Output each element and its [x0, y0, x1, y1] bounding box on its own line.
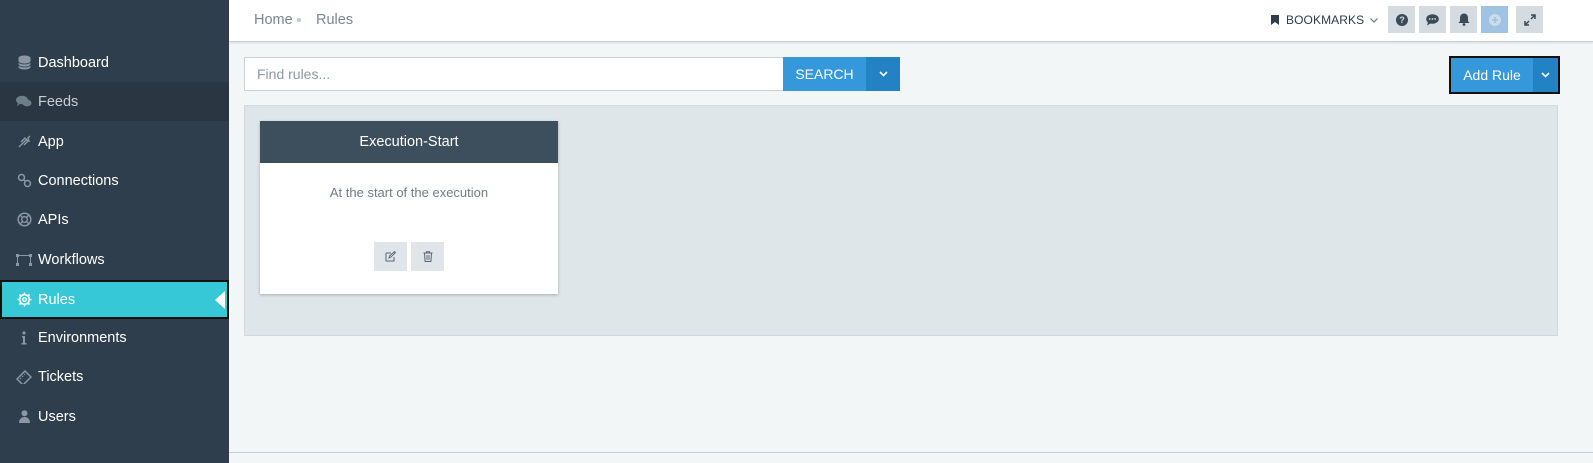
gear-icon — [16, 292, 32, 308]
sidebar-item-tickets[interactable]: Tickets — [0, 357, 229, 396]
chevron-down-icon — [1370, 17, 1379, 23]
database-icon — [16, 55, 32, 71]
sidebar-item-apis[interactable]: APIs — [0, 200, 229, 239]
chat-icon — [1426, 13, 1439, 26]
sidebar-item-label: Workflows — [38, 251, 105, 268]
fullscreen-button[interactable] — [1516, 6, 1543, 33]
chevron-down-icon — [878, 71, 888, 77]
add-rule-label: Add Rule — [1463, 67, 1521, 83]
search-button-label: SEARCH — [795, 66, 854, 82]
sidebar-item-workflows[interactable]: Workflows — [0, 240, 229, 279]
bell-icon — [1458, 13, 1470, 26]
rule-card-title: Execution-Start — [260, 121, 558, 163]
sidebar-item-label: Tickets — [38, 368, 84, 385]
sidebar-item-label: APIs — [38, 211, 69, 228]
rule-card-description: At the start of the execution — [329, 185, 489, 200]
chevron-down-icon — [1541, 72, 1550, 78]
workflow-icon — [16, 252, 32, 268]
add-button[interactable] — [1481, 6, 1508, 33]
link-icon — [16, 173, 32, 189]
add-rule-split-button[interactable]: Add Rule — [1449, 56, 1560, 94]
add-rule-dropdown[interactable] — [1533, 58, 1558, 92]
sidebar-item-label: App — [38, 133, 64, 150]
bookmark-icon — [1271, 15, 1279, 25]
edit-rule-button[interactable] — [374, 242, 407, 271]
sidebar-item-app[interactable]: App — [0, 122, 229, 161]
bookmarks-dropdown[interactable]: BOOKMARKS — [1271, 13, 1379, 27]
sidebar-item-label: Rules — [38, 291, 76, 308]
bookmarks-label: BOOKMARKS — [1286, 13, 1365, 27]
plus-circle-icon — [1488, 13, 1501, 26]
lifebuoy-icon — [16, 212, 32, 228]
trash-icon — [423, 251, 433, 262]
svg-text:?: ? — [1399, 15, 1405, 25]
breadcrumb-current: Rules — [316, 12, 354, 28]
info-icon — [16, 330, 32, 346]
sidebar-item-connections[interactable]: Connections — [0, 161, 229, 200]
ticket-icon — [16, 369, 32, 385]
sidebar-item-label: Users — [38, 408, 76, 425]
breadcrumb-home[interactable]: Home — [254, 12, 293, 28]
sidebar-item-dashboard[interactable]: Dashboard — [0, 43, 229, 82]
add-rule-button[interactable]: Add Rule — [1451, 58, 1533, 92]
user-icon — [16, 409, 32, 425]
expand-icon — [1523, 13, 1536, 26]
delete-rule-button[interactable] — [411, 242, 444, 271]
top-header: Home Rules BOOKMARKS ? — [229, 0, 1593, 42]
sidebar-item-environments[interactable]: Environments — [0, 318, 229, 357]
sidebar-item-label: Dashboard — [38, 54, 109, 71]
search-options-dropdown[interactable] — [866, 57, 900, 91]
sidebar-item-label: Connections — [38, 172, 119, 189]
sidebar: Dashboard Feeds App Connections APIs Wor… — [0, 0, 229, 463]
notifications-button[interactable] — [1450, 6, 1477, 33]
search-button[interactable]: SEARCH — [783, 57, 866, 91]
rule-card: Execution-Start At the start of the exec… — [260, 121, 558, 294]
search-input[interactable] — [244, 57, 784, 91]
edit-icon — [385, 251, 396, 262]
footer-divider — [229, 452, 1593, 453]
breadcrumb-separator — [297, 18, 301, 22]
sidebar-item-label: Feeds — [38, 93, 79, 110]
sidebar-item-label: Environments — [38, 329, 127, 346]
comments-icon — [16, 94, 32, 110]
help-icon: ? — [1395, 13, 1408, 26]
sidebar-item-rules[interactable]: Rules — [0, 280, 229, 319]
hand-icon — [16, 134, 32, 150]
sidebar-item-users[interactable]: Users — [0, 397, 229, 436]
chat-button[interactable] — [1419, 6, 1446, 33]
sidebar-item-feeds[interactable]: Feeds — [0, 82, 229, 121]
help-button[interactable]: ? — [1388, 6, 1415, 33]
